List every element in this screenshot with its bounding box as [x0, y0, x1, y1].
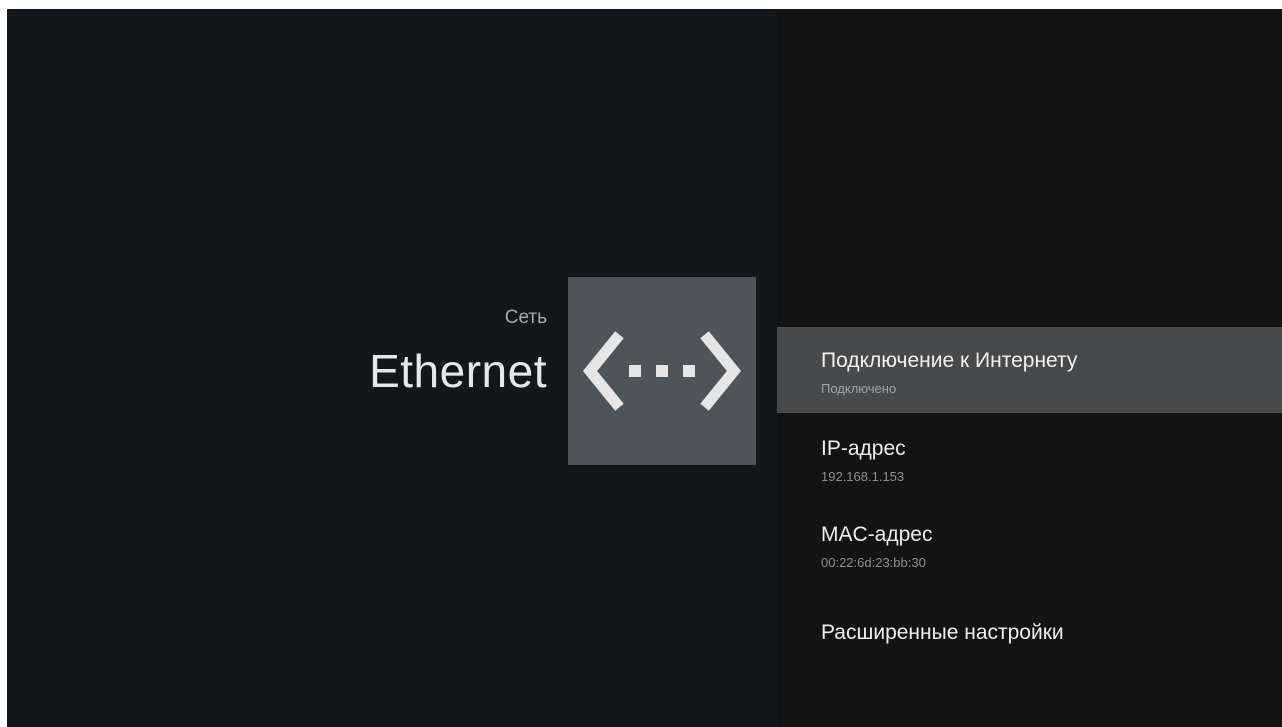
- menu-item-title: MAC-адрес: [821, 523, 933, 546]
- menu-item-title: Расширенные настройки: [821, 621, 1064, 644]
- ethernet-icon-glyph: [582, 331, 742, 411]
- breadcrumb: Сеть: [504, 307, 547, 328]
- menu-item-advanced-settings[interactable]: Расширенные настройки: [777, 595, 1282, 681]
- menu-item-status: Подключено: [821, 381, 897, 396]
- menu-item-ip-address[interactable]: IP-адрес 192.168.1.153: [777, 413, 1282, 499]
- menu-item-value: 00:22:6d:23:bb:30: [821, 555, 926, 570]
- menu-item-title: IP-адрес: [821, 437, 906, 460]
- settings-list: Подключение к Интернету Подключено IP-ад…: [777, 9, 1282, 727]
- menu-item-title: Подключение к Интернету: [821, 349, 1078, 372]
- menu-item-mac-address[interactable]: MAC-адрес 00:22:6d:23:bb:30: [777, 499, 1282, 585]
- page-title: Ethernet: [369, 345, 547, 397]
- guidance-pane: Сеть Ethernet: [7, 9, 777, 727]
- menu-item-value: 192.168.1.153: [821, 469, 905, 484]
- ethernet-settings-screen: Сеть Ethernet Подключение к Интернету По…: [7, 9, 1282, 727]
- menu-item-internet-connection[interactable]: Подключение к Интернету Подключено: [777, 327, 1282, 413]
- ethernet-icon: [568, 277, 756, 465]
